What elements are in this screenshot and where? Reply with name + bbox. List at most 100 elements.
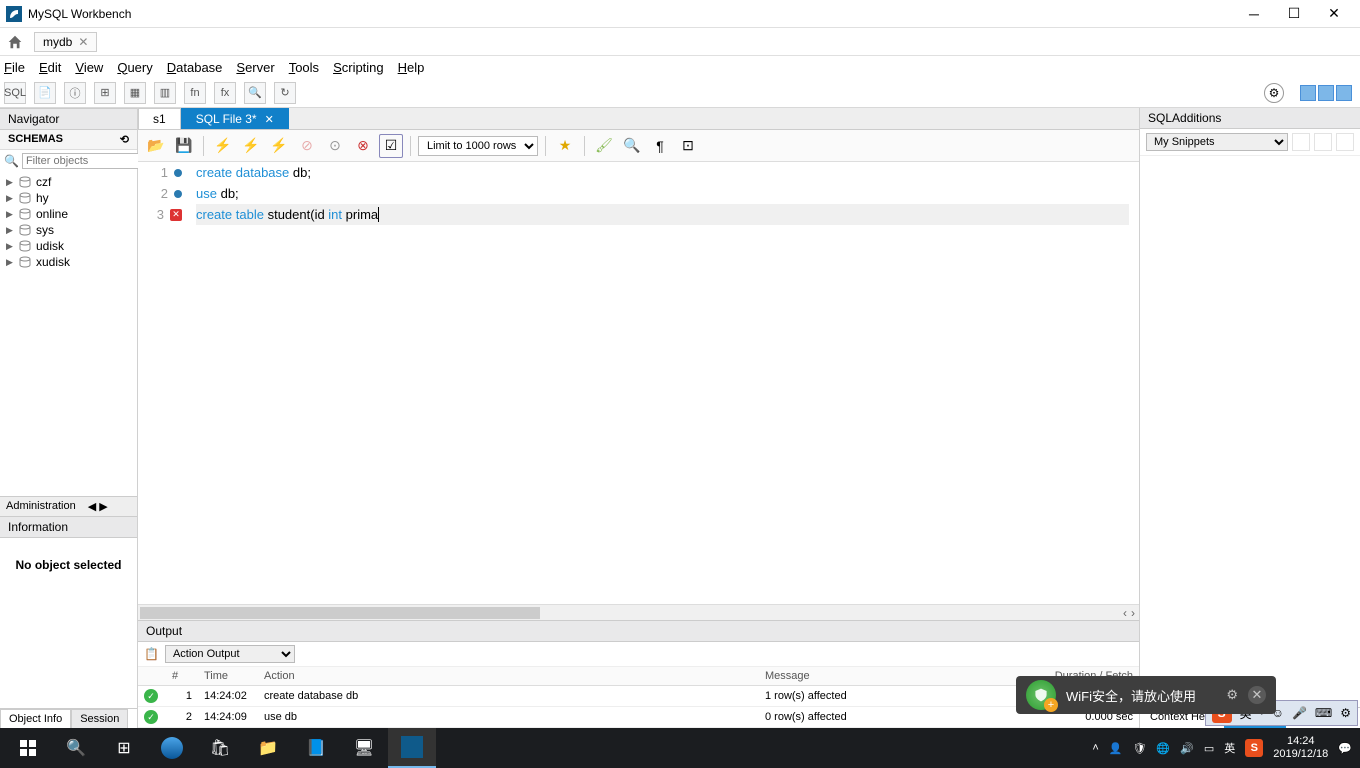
menu-help[interactable]: Help bbox=[398, 60, 425, 75]
menu-edit[interactable]: Edit bbox=[39, 60, 61, 75]
taskbar-app-notes[interactable]: 📘 bbox=[292, 728, 340, 768]
tb-create-view-icon[interactable]: ▥ bbox=[154, 82, 176, 104]
sql-editor[interactable]: 1 2 3✕ create database db;use db;create … bbox=[138, 162, 1139, 604]
ime-keyboard-icon[interactable]: ⌨ bbox=[1315, 706, 1332, 720]
search-button[interactable]: 🔍 bbox=[52, 728, 100, 768]
autocommit-icon[interactable]: ☑ bbox=[379, 134, 403, 158]
snippets-select[interactable]: My Snippets bbox=[1146, 133, 1288, 151]
menu-database[interactable]: Database bbox=[167, 60, 223, 75]
close-icon[interactable]: ✕ bbox=[265, 113, 274, 126]
tray-people-icon[interactable]: 👤 bbox=[1109, 742, 1123, 755]
scrollbar-thumb[interactable] bbox=[140, 607, 540, 619]
invisible-icon[interactable]: ⊡ bbox=[676, 134, 700, 158]
close-icon[interactable]: ✕ bbox=[1248, 686, 1266, 704]
snip-replace-icon[interactable] bbox=[1314, 133, 1332, 151]
stop-icon[interactable]: ⊘ bbox=[295, 134, 319, 158]
tray-volume-icon[interactable]: 🔊 bbox=[1180, 742, 1194, 755]
tab-nav-arrows[interactable]: ◀ ▶ bbox=[82, 497, 114, 516]
find-icon[interactable]: 🔍 bbox=[620, 134, 644, 158]
snip-insert-icon[interactable] bbox=[1292, 133, 1310, 151]
rollback-icon[interactable]: ⊗ bbox=[351, 134, 375, 158]
taskbar-app-browser[interactable] bbox=[148, 728, 196, 768]
execute-icon[interactable]: ⚡ bbox=[211, 134, 235, 158]
schema-item[interactable]: ▶czf bbox=[0, 174, 137, 190]
close-icon[interactable]: ✕ bbox=[78, 35, 88, 49]
tray-security-icon[interactable]: 🛡 bbox=[1132, 742, 1146, 755]
commit-icon[interactable]: ⊙ bbox=[323, 134, 347, 158]
tb-reconnect-icon[interactable]: ↻ bbox=[274, 82, 296, 104]
schema-item[interactable]: ▶sys bbox=[0, 222, 137, 238]
limit-select[interactable]: Limit to 1000 rows bbox=[418, 136, 538, 156]
taskbar-app-explorer[interactable]: 📁 bbox=[244, 728, 292, 768]
taskbar-app-workbench[interactable] bbox=[388, 728, 436, 768]
schema-item[interactable]: ▶xudisk bbox=[0, 254, 137, 270]
snip-save-icon[interactable] bbox=[1336, 133, 1354, 151]
tray-notifications-icon[interactable]: 💬 bbox=[1338, 742, 1352, 755]
col-time[interactable]: Time bbox=[198, 667, 258, 686]
wrap-icon[interactable]: ¶ bbox=[648, 134, 672, 158]
tab-object-info[interactable]: Object Info bbox=[0, 709, 71, 728]
tab-administration[interactable]: Administration bbox=[0, 497, 82, 516]
horizontal-scrollbar[interactable]: ‹› bbox=[138, 604, 1139, 620]
tray-ime-lang[interactable]: 英 bbox=[1224, 740, 1235, 756]
menu-server[interactable]: Server bbox=[236, 60, 274, 75]
menu-query[interactable]: Query bbox=[117, 60, 152, 75]
output-type-select[interactable]: Action Output bbox=[165, 645, 295, 663]
pane-toggle[interactable] bbox=[1300, 85, 1352, 101]
snippets-row: My Snippets bbox=[1140, 129, 1360, 156]
ime-settings-icon[interactable]: ⚙ bbox=[1340, 706, 1351, 720]
sql-additions-header: SQLAdditions bbox=[1140, 108, 1360, 129]
minimize-button[interactable]: ─ bbox=[1234, 0, 1274, 28]
tb-create-schema-icon[interactable]: ⊞ bbox=[94, 82, 116, 104]
tb-new-file-icon[interactable]: 📄 bbox=[34, 82, 56, 104]
editor-tab-active[interactable]: SQL File 3* ✕ bbox=[181, 108, 289, 129]
taskview-button[interactable]: ⊞ bbox=[100, 728, 148, 768]
sogou-icon[interactable]: S bbox=[1245, 739, 1263, 757]
wifi-toast: WiFi安全，请放心使用 ⚙ ✕ bbox=[1016, 676, 1276, 714]
tab-session[interactable]: Session bbox=[71, 709, 128, 728]
refresh-icon[interactable]: ⟲ bbox=[120, 133, 129, 146]
tb-inspector-icon[interactable]: ⓘ bbox=[64, 82, 86, 104]
tb-create-proc-icon[interactable]: fn bbox=[184, 82, 206, 104]
open-file-icon[interactable]: 📂 bbox=[144, 134, 168, 158]
tray-battery-icon[interactable]: ▭ bbox=[1204, 742, 1214, 755]
col-num[interactable]: # bbox=[166, 667, 198, 686]
maximize-button[interactable]: ☐ bbox=[1274, 0, 1314, 28]
code-area[interactable]: create database db;use db;create table s… bbox=[186, 162, 1139, 604]
start-button[interactable] bbox=[4, 728, 52, 768]
home-icon[interactable] bbox=[4, 31, 26, 53]
menu-tools[interactable]: Tools bbox=[289, 60, 319, 75]
tb-search-icon[interactable]: 🔍 bbox=[244, 82, 266, 104]
tb-create-func-icon[interactable]: fx bbox=[214, 82, 236, 104]
menu-file[interactable]: File bbox=[4, 60, 25, 75]
favorite-icon[interactable]: ★ bbox=[553, 134, 577, 158]
explain-icon[interactable]: ⚡ bbox=[267, 134, 291, 158]
tray-network-icon[interactable]: 🌐 bbox=[1156, 742, 1170, 755]
col-message[interactable]: Message bbox=[759, 667, 1029, 686]
ime-mic-icon[interactable]: 🎤 bbox=[1292, 706, 1307, 720]
marker-error-icon: ✕ bbox=[170, 209, 182, 221]
tray-up-icon[interactable]: ˄ bbox=[1092, 742, 1098, 754]
schema-tree[interactable]: ▶czf ▶hy ▶online ▶sys ▶udisk ▶xudisk bbox=[0, 172, 137, 496]
close-button[interactable]: ✕ bbox=[1314, 0, 1354, 28]
output-row[interactable]: ✓214:24:09use db0 row(s) affected0.000 s… bbox=[138, 707, 1139, 728]
col-action[interactable]: Action bbox=[258, 667, 759, 686]
editor-tab[interactable]: s1 bbox=[138, 108, 181, 129]
menu-view[interactable]: View bbox=[75, 60, 103, 75]
tb-new-sql-icon[interactable]: SQL bbox=[4, 82, 26, 104]
schema-item[interactable]: ▶online bbox=[0, 206, 137, 222]
taskbar-app-monitor[interactable]: 🖥 bbox=[340, 728, 388, 768]
menu-scripting[interactable]: Scripting bbox=[333, 60, 384, 75]
gear-icon[interactable]: ⚙ bbox=[1226, 687, 1238, 703]
tray-clock[interactable]: 14:24 2019/12/18 bbox=[1273, 735, 1328, 761]
execute-cursor-icon[interactable]: ⚡ bbox=[239, 134, 263, 158]
schema-item[interactable]: ▶hy bbox=[0, 190, 137, 206]
beautify-icon[interactable]: 🖌 bbox=[592, 134, 616, 158]
output-row[interactable]: ✓114:24:02create database db1 row(s) aff… bbox=[138, 686, 1139, 707]
save-file-icon[interactable]: 💾 bbox=[172, 134, 196, 158]
taskbar-app-store[interactable]: 🛍 bbox=[196, 728, 244, 768]
connection-tab[interactable]: mydb ✕ bbox=[34, 32, 97, 52]
settings-icon[interactable]: ⚙ bbox=[1264, 83, 1284, 103]
tb-create-table-icon[interactable]: ▦ bbox=[124, 82, 146, 104]
schema-item[interactable]: ▶udisk bbox=[0, 238, 137, 254]
